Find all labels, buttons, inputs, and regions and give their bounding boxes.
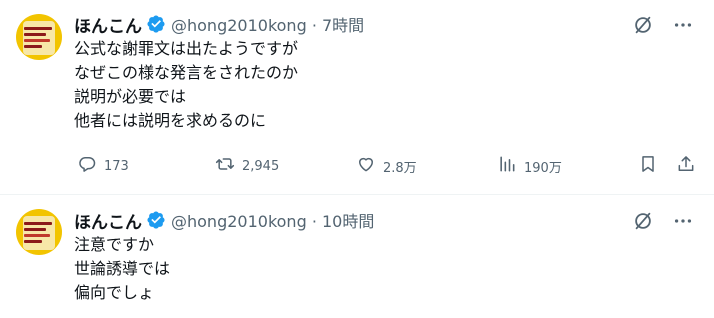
- like-count: 2.8万: [383, 160, 417, 176]
- heart-icon: [356, 154, 376, 178]
- tweet[interactable]: ほんこん @hong2010kong · 10時間 注意ですか 世論誘導では 偏…: [0, 196, 714, 318]
- verified-badge-icon: [146, 14, 166, 34]
- retweet-icon: [215, 154, 235, 178]
- bookmark-button[interactable]: [638, 153, 658, 179]
- reply-icon: [77, 154, 97, 178]
- tweet-header: ほんこん @hong2010kong · 10時間: [74, 208, 374, 233]
- tweet-line: 公式な謝罪文は出たようですが: [74, 39, 299, 58]
- avatar[interactable]: [16, 14, 62, 60]
- more-dots-icon[interactable]: [672, 210, 694, 232]
- grok-icon[interactable]: [632, 210, 654, 232]
- tweet-line: 世論誘導では: [74, 259, 171, 278]
- avatar[interactable]: [16, 209, 62, 255]
- tweet[interactable]: ほんこん @hong2010kong · 7時間 公式な謝罪文は出たようですが …: [0, 0, 714, 195]
- reply-count: 173: [104, 158, 129, 174]
- tweet-text: 公式な謝罪文は出たようですが なぜこの様な発言をされたのか 説明が必要では 他者…: [74, 37, 298, 133]
- tweet-header: ほんこん @hong2010kong · 7時間: [74, 12, 364, 37]
- handle-and-time[interactable]: @hong2010kong · 10時間: [171, 208, 374, 232]
- retweet-count: 2,945: [242, 158, 280, 174]
- share-icon: [676, 154, 696, 178]
- author-name[interactable]: ほんこん: [74, 208, 142, 233]
- views-icon: [497, 154, 517, 178]
- tweet-line: 説明が必要では: [74, 87, 187, 106]
- bookmark-icon: [638, 154, 658, 178]
- reply-button[interactable]: 173: [77, 153, 129, 179]
- views-button[interactable]: 190万: [497, 153, 562, 179]
- tweet-text: 注意ですか 世論誘導では 偏向でしょ: [74, 233, 170, 305]
- tweet-line: 注意ですか: [74, 235, 155, 254]
- view-count: 190万: [524, 160, 562, 176]
- more-dots-icon[interactable]: [672, 14, 694, 36]
- share-button[interactable]: [676, 153, 696, 179]
- tweet-line: 他者には説明を求めるのに: [74, 111, 267, 130]
- grok-icon[interactable]: [632, 14, 654, 36]
- tweet-line: 偏向でしょ: [74, 283, 155, 302]
- author-name[interactable]: ほんこん: [74, 12, 142, 37]
- handle-and-time[interactable]: @hong2010kong · 7時間: [171, 12, 364, 36]
- retweet-button[interactable]: 2,945: [215, 153, 279, 179]
- verified-badge-icon: [146, 210, 166, 230]
- tweet-actions: 173 2,945 2.8万 190万: [74, 153, 696, 179]
- like-button[interactable]: 2.8万: [356, 153, 417, 179]
- tweet-line: なぜこの様な発言をされたのか: [74, 63, 299, 82]
